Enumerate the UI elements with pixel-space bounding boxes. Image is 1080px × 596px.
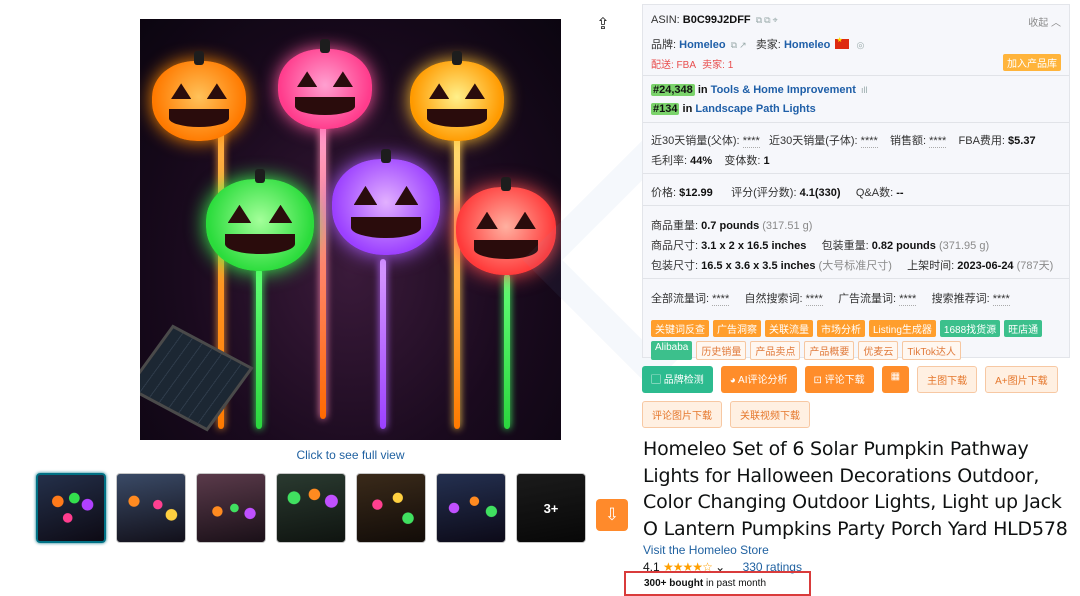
traffic-row: 全部流量词: **** 自然搜索词: **** 广告流量词: **** 搜索推荐… <box>651 293 1010 306</box>
product-data-panel: ASIN: B0C99J2DFF ⧉ ⧉ ⌖ 收起 ︿ 品牌: Homeleo ⧉ ↗… <box>642 4 1070 360</box>
light-pole <box>256 269 262 429</box>
package-dims-row: 包装尺寸: 16.5 x 3.6 x 3.5 inches (大号标准尺寸) 上… <box>651 260 1054 272</box>
tool-chip[interactable]: 广告洞察 <box>713 320 761 337</box>
tool-chip[interactable]: 1688找货源 <box>939 320 1001 337</box>
copy-icon[interactable]: ⧉ <box>731 40 737 51</box>
action-button[interactable]: ◕ AI评论分析 <box>720 366 797 393</box>
product-title: Homeleo Set of 6 Solar Pumpkin Pathway L… <box>643 438 1068 540</box>
pumpkin-yellow <box>410 51 504 141</box>
tool-chip[interactable]: 优麦云 <box>858 341 899 360</box>
weight-row: 商品重量: 0.7 pounds (317.51 g) <box>651 220 813 232</box>
light-pole <box>320 119 326 419</box>
thumbnail-3[interactable] <box>196 473 266 543</box>
collapse-button[interactable]: 收起 ︿ <box>1028 14 1061 29</box>
pumpkin-orange <box>152 51 246 141</box>
asin-value[interactable]: B0C99J2DFF <box>683 14 751 26</box>
pumpkin-red <box>456 177 556 275</box>
tool-chip[interactable]: Listing生成器 <box>869 320 936 337</box>
store-link[interactable]: Visit the Homeleo Store <box>643 543 769 557</box>
action-button[interactable]: ▦ <box>881 366 910 393</box>
light-pole <box>504 274 510 429</box>
more-thumbnails-label: 3+ <box>517 474 585 542</box>
tool-chip[interactable]: 产品概要 <box>804 341 855 360</box>
location-icon[interactable]: ⌖ <box>773 15 778 26</box>
action-buttons: ▢ 品牌检测 ◕ AI评论分析 ⊡ 评论下载 ▦ 主图下载 A+图片下载评论图片下载 关联视… <box>642 366 1072 428</box>
tool-chip[interactable]: 产品卖点 <box>750 341 801 360</box>
action-button[interactable]: A+图片下载 <box>985 366 1058 393</box>
rank-row-2: #134 in Landscape Path Lights <box>651 103 816 115</box>
thumbnail-6[interactable] <box>436 473 506 543</box>
dims-row: 商品尺寸: 3.1 x 2 x 16.5 inches 包装重量: 0.82 p… <box>651 240 990 252</box>
share-icon[interactable]: ⇪ <box>594 16 612 34</box>
thumbnail-2[interactable] <box>116 473 186 543</box>
light-pole <box>380 259 386 429</box>
external-link-icon[interactable]: ↗ <box>739 40 747 51</box>
price-row: 价格: $12.99 评分(评分数): 4.1(330) Q&A数: -- <box>651 187 904 199</box>
fulfillment-row: 配送: FBA 卖家: 1 <box>651 60 734 71</box>
add-to-library-button[interactable]: 加入产品库 <box>1003 54 1061 71</box>
full-view-link[interactable]: Click to see full view <box>140 448 561 462</box>
cloud-download-icon[interactable]: ⇩ <box>596 499 628 531</box>
location-pin-icon[interactable]: ◎ <box>857 40 865 51</box>
margin-row: 毛利率: 44% 变体数: 1 <box>651 155 770 167</box>
action-button[interactable]: ⊡ 评论下载 <box>804 366 874 393</box>
brand-row: 品牌: Homeleo ⧉↗ 卖家: Homeleo ◎ <box>651 36 864 52</box>
tool-chip[interactable]: 关联流量 <box>765 320 813 337</box>
action-button[interactable]: 主图下载 <box>917 366 978 393</box>
bar-chart-icon[interactable]: ıll <box>861 85 868 95</box>
action-button[interactable]: ▢ 品牌检测 <box>642 366 713 393</box>
tool-chip[interactable]: 关键词反查 <box>651 320 709 337</box>
action-button[interactable]: 评论图片下载 <box>642 401 722 428</box>
copy-icon[interactable]: ⧉ <box>756 15 762 26</box>
sales-row: 近30天销量(父体): **** 近30天销量(子体): **** 销售额: *… <box>651 135 1036 148</box>
light-pole <box>454 129 460 429</box>
copy-icon[interactable]: ⧉ <box>764 15 770 26</box>
tool-chip[interactable]: 市场分析 <box>817 320 865 337</box>
thumbnail-5[interactable] <box>356 473 426 543</box>
action-button[interactable]: 关联视频下载 <box>730 401 810 428</box>
pumpkin-pink <box>278 39 372 129</box>
thumbnail-more[interactable]: 3+ <box>516 473 586 543</box>
tool-chip[interactable]: TikTok达人 <box>902 341 961 360</box>
tool-chips: 关键词反查 广告洞察 关联流量 市场分析 Listing生成器 1688找货源 旺店通 Ali… <box>651 320 1061 360</box>
solar-panel <box>140 324 254 432</box>
seller-link[interactable]: Homeleo <box>784 39 830 51</box>
category-link[interactable]: Landscape Path Lights <box>695 103 815 115</box>
rank-row-1: #24,348 in Tools & Home Improvement ıll <box>651 84 868 96</box>
thumbnail-4[interactable] <box>276 473 346 543</box>
bought-in-past-month: 300+ bought in past month <box>644 578 766 589</box>
pumpkin-green <box>206 169 314 271</box>
brand-link[interactable]: Homeleo <box>679 39 725 51</box>
main-product-image[interactable] <box>140 19 561 440</box>
pumpkin-purple <box>332 149 440 255</box>
asin-row: ASIN: B0C99J2DFF ⧉ ⧉ ⌖ <box>651 14 778 26</box>
tool-chip[interactable]: 旺店通 <box>1004 320 1043 337</box>
tool-chip[interactable]: Alibaba <box>651 341 693 360</box>
thumbnail-1[interactable] <box>36 473 106 543</box>
category-link[interactable]: Tools & Home Improvement <box>711 84 856 96</box>
china-flag-icon <box>835 36 850 49</box>
tool-chip[interactable]: 历史销量 <box>696 341 747 360</box>
thumbnail-strip: 3+ <box>36 473 586 543</box>
